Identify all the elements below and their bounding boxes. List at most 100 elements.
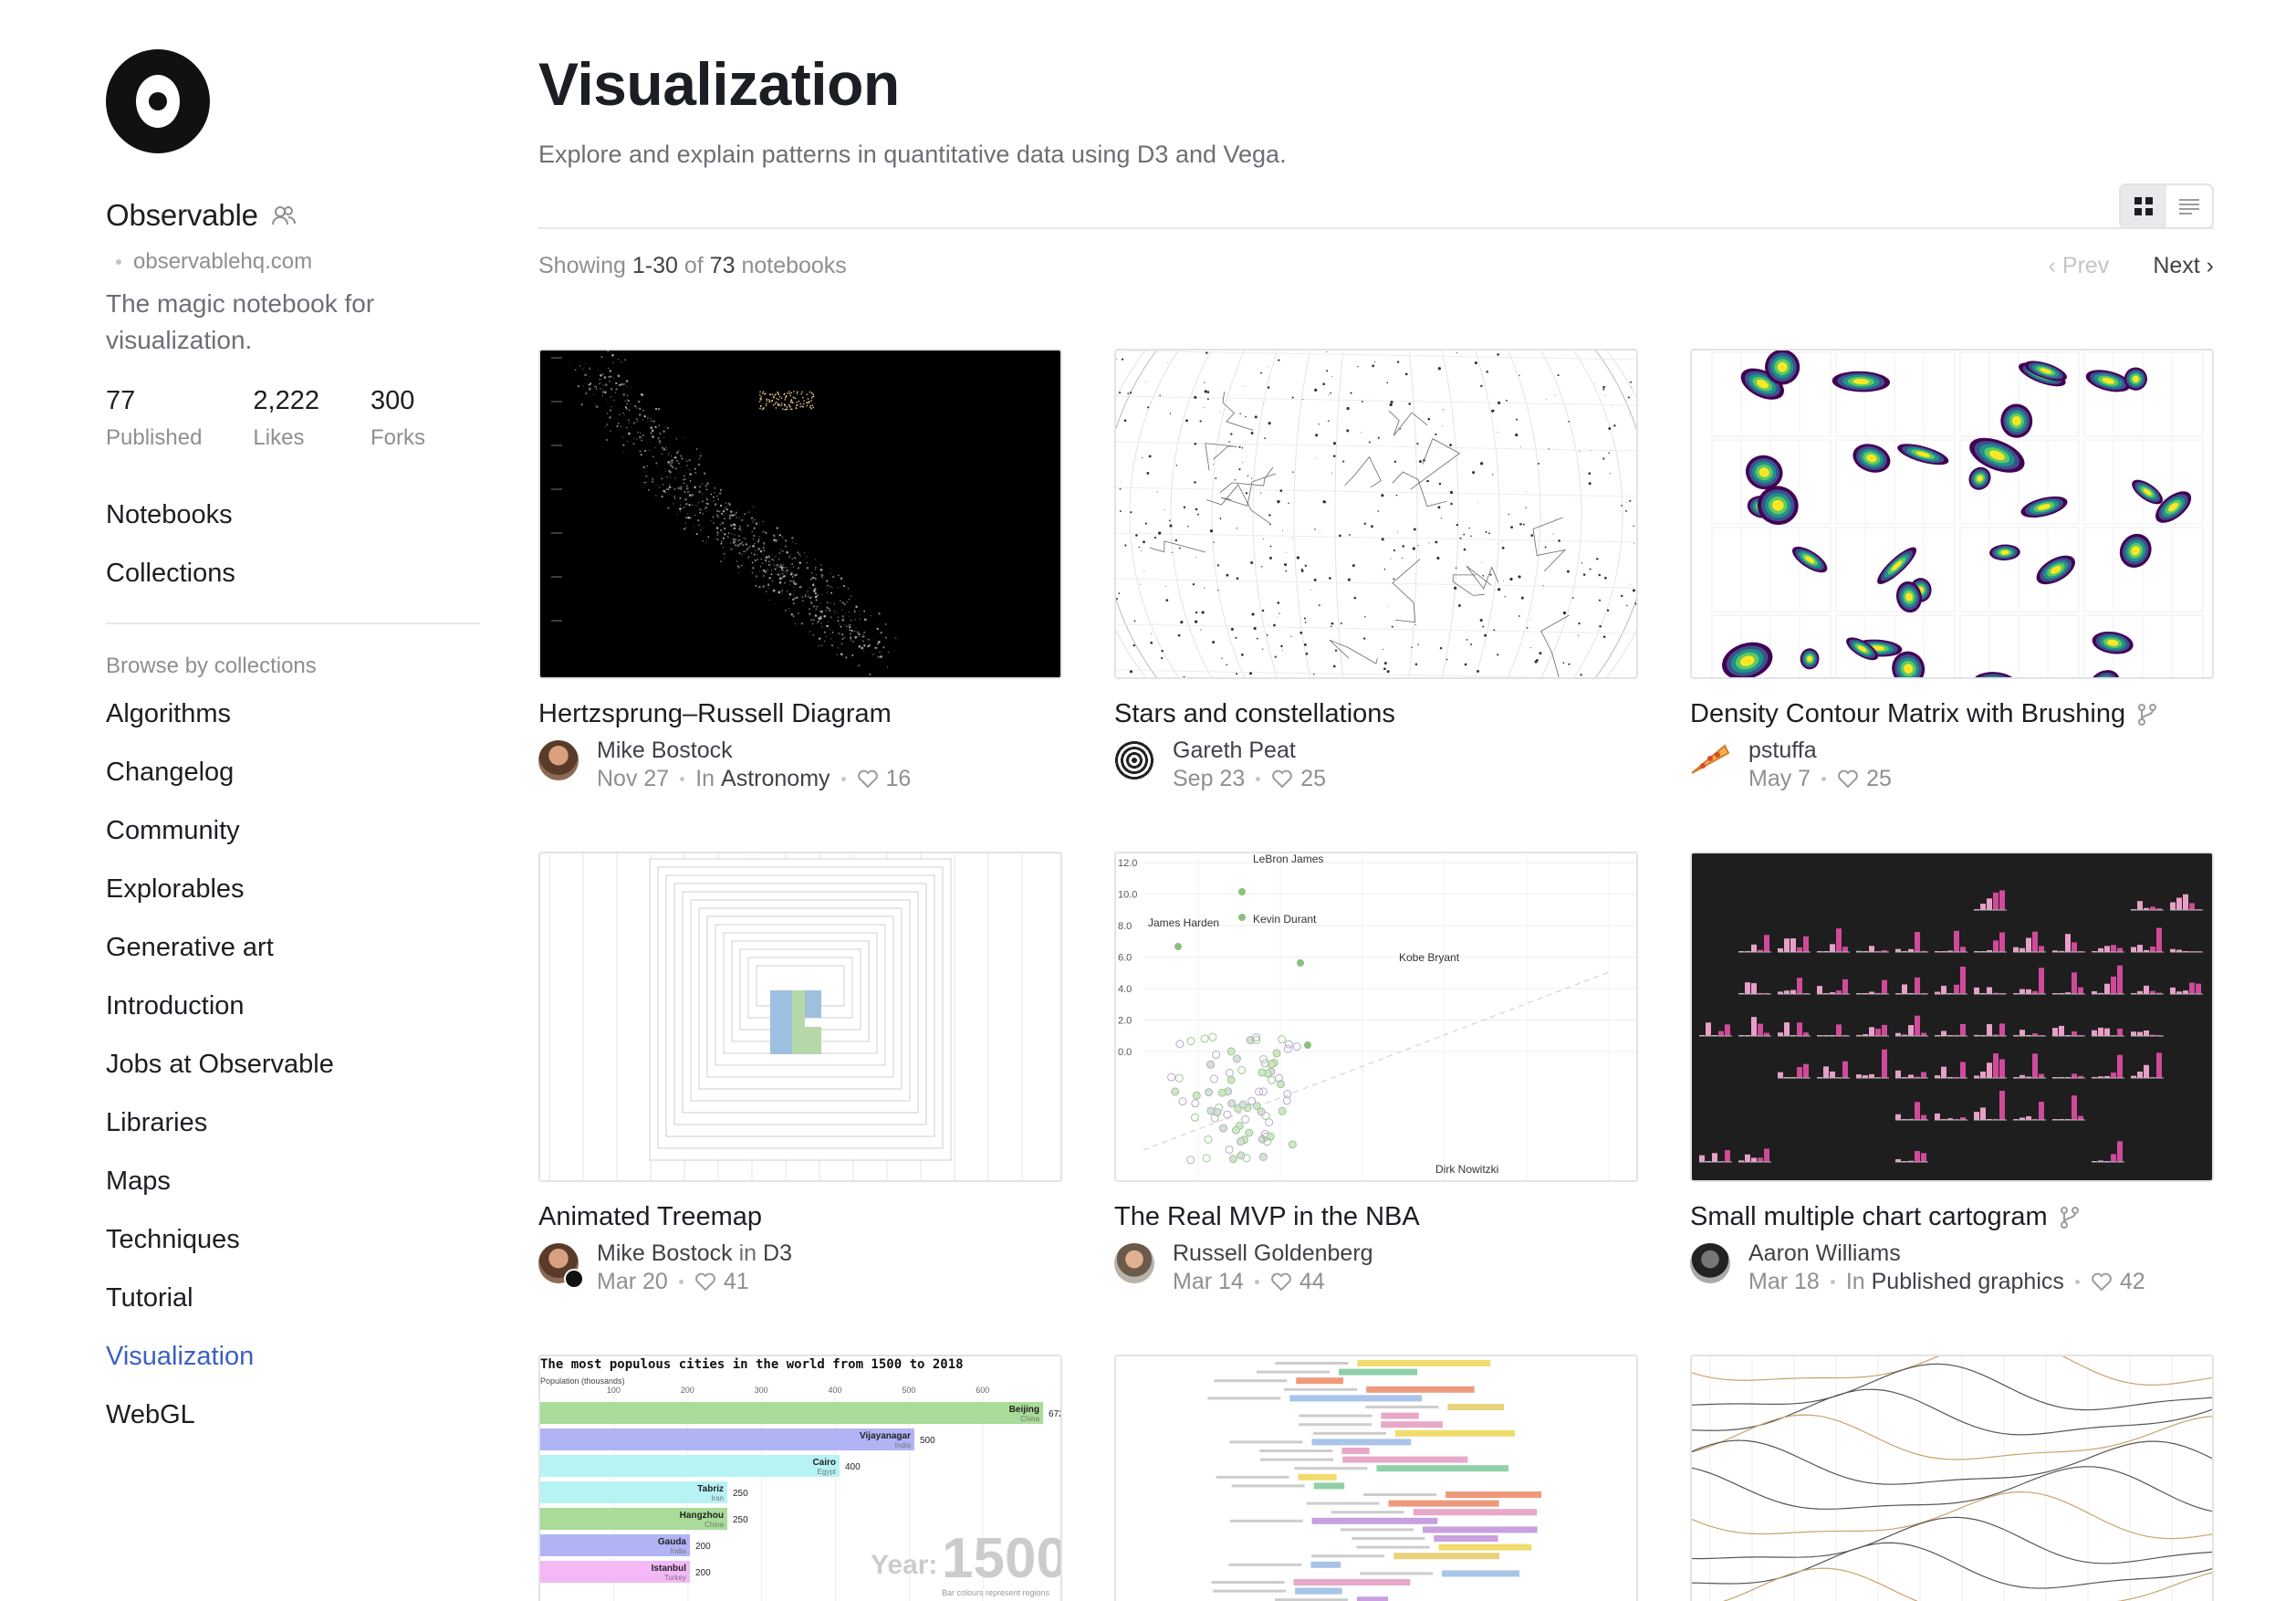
collection-item[interactable]: Tutorial bbox=[106, 1278, 480, 1336]
notebook-card[interactable]: Density Contour Matrix with Brushing pst… bbox=[1690, 349, 2214, 793]
nav-notebooks[interactable]: Notebooks bbox=[106, 497, 480, 555]
grid-view-button[interactable] bbox=[2121, 185, 2166, 227]
notebook-title[interactable]: Animated Treemap bbox=[538, 1202, 1062, 1232]
author-name[interactable]: pstuffa bbox=[1748, 737, 1892, 764]
notebook-title[interactable]: Small multiple chart cartogram bbox=[1690, 1202, 2214, 1232]
members-icon[interactable] bbox=[271, 203, 297, 228]
heart-icon[interactable] bbox=[1271, 769, 1293, 789]
heart-icon[interactable] bbox=[1270, 1271, 1292, 1292]
bar bbox=[1895, 948, 1901, 952]
notebook-card[interactable]: Stars and constellations Gareth Peat Sep… bbox=[1114, 349, 1638, 793]
star-dot bbox=[1204, 390, 1207, 393]
notebook-thumbnail[interactable] bbox=[538, 349, 1062, 679]
notebook-card[interactable]: Small multiple chart cartogram Aaron Wil… bbox=[1690, 852, 2214, 1296]
notebook-thumbnail[interactable] bbox=[538, 852, 1062, 1182]
star-dot bbox=[1277, 602, 1280, 604]
notebook-title[interactable]: The Real MVP in the NBA bbox=[1114, 1202, 1638, 1232]
org-site-link[interactable]: observablehq.com bbox=[133, 249, 312, 275]
author-org[interactable]: D3 bbox=[763, 1240, 792, 1266]
notebook-card[interactable]: 12.0 10.0 8.0 6.0 4.0 2.0 0.0 LeBron James James… bbox=[1114, 852, 1638, 1296]
observable-logo[interactable] bbox=[106, 49, 210, 153]
star-dot bbox=[697, 519, 700, 521]
star-dot bbox=[617, 422, 620, 424]
list-view-button[interactable] bbox=[2166, 185, 2212, 227]
star-dot bbox=[1158, 531, 1162, 535]
collection-item[interactable]: Algorithms bbox=[106, 694, 480, 752]
avatar[interactable] bbox=[538, 1243, 584, 1289]
collection-item[interactable]: Libraries bbox=[106, 1103, 480, 1161]
star-dot bbox=[796, 392, 798, 394]
notebook-thumbnail[interactable] bbox=[1690, 852, 2214, 1182]
author-name[interactable]: Aaron Williams bbox=[1748, 1240, 2145, 1267]
notebook-thumbnail[interactable] bbox=[1690, 349, 2214, 679]
star-dot bbox=[732, 541, 736, 544]
collection-link[interactable]: Published graphics bbox=[1872, 1267, 2064, 1296]
notebook-card[interactable]: Animated Treemap Mike Bostock in D3 Mar … bbox=[538, 852, 1062, 1296]
collection-item[interactable]: WebGL bbox=[106, 1395, 480, 1453]
collection-item[interactable]: Introduction bbox=[106, 986, 480, 1044]
collection-item[interactable]: Visualization bbox=[106, 1336, 480, 1395]
star-dot bbox=[1331, 472, 1333, 474]
notebook-thumbnail[interactable]: 12.0 10.0 8.0 6.0 4.0 2.0 0.0 LeBron James James… bbox=[1114, 852, 1638, 1182]
star-dot bbox=[713, 522, 715, 524]
collection-item[interactable]: Changelog bbox=[106, 752, 480, 811]
notebook-card[interactable] bbox=[1690, 1355, 2214, 1601]
bar bbox=[2078, 987, 2083, 994]
stat-likes[interactable]: 2,222 Likes bbox=[253, 386, 319, 451]
star-dot bbox=[806, 591, 809, 593]
star-dot bbox=[699, 528, 701, 530]
author-name[interactable]: Gareth Peat bbox=[1173, 737, 1326, 764]
notebook-title[interactable]: Stars and constellations bbox=[1114, 699, 1638, 729]
star-dot bbox=[685, 485, 688, 487]
next-button[interactable]: Next › bbox=[2153, 253, 2214, 279]
notebook-thumbnail[interactable]: The most populous cities in the world fr… bbox=[538, 1355, 1062, 1601]
heart-icon[interactable] bbox=[1837, 769, 1859, 789]
prev-button[interactable]: ‹ Prev bbox=[2049, 253, 2110, 279]
notebook-thumbnail[interactable] bbox=[1114, 349, 1638, 679]
bar bbox=[1908, 1074, 1914, 1078]
author-name[interactable]: Mike Bostock bbox=[597, 1240, 733, 1266]
notebook-thumbnail[interactable] bbox=[1690, 1355, 2214, 1601]
collection-item[interactable]: Jobs at Observable bbox=[106, 1044, 480, 1103]
player-dot bbox=[1219, 1124, 1228, 1133]
bar bbox=[2072, 972, 2077, 994]
heart-icon[interactable] bbox=[857, 769, 879, 789]
bar bbox=[1954, 930, 1959, 952]
avatar[interactable] bbox=[1690, 740, 1730, 780]
bar bbox=[2170, 987, 2176, 994]
nav-collections[interactable]: Collections bbox=[106, 555, 480, 613]
collection-item[interactable]: Techniques bbox=[106, 1219, 480, 1278]
notebook-title[interactable]: Hertzsprung–Russell Diagram bbox=[538, 699, 1062, 729]
stat-published[interactable]: 77 Published bbox=[106, 386, 202, 451]
collection-link[interactable]: Astronomy bbox=[721, 764, 830, 793]
avatar[interactable] bbox=[1690, 1243, 1730, 1283]
heart-icon[interactable] bbox=[2091, 1271, 2113, 1292]
star-dot bbox=[770, 573, 773, 576]
collection-item[interactable]: Explorables bbox=[106, 869, 480, 927]
org-name[interactable]: Observable bbox=[106, 198, 258, 233]
bar bbox=[1784, 1022, 1790, 1036]
star-dot bbox=[1413, 528, 1416, 531]
star-dot bbox=[837, 616, 839, 619]
author-name[interactable]: Mike Bostock bbox=[597, 737, 911, 764]
notebook-card[interactable] bbox=[1114, 1355, 1638, 1601]
star-dot bbox=[846, 625, 848, 628]
notebook-card[interactable]: Hertzsprung–Russell Diagram Mike Bostock… bbox=[538, 349, 1062, 793]
stat-forks[interactable]: 300 Forks bbox=[370, 386, 425, 451]
avatar[interactable] bbox=[1114, 740, 1154, 780]
notebook-card[interactable]: The most populous cities in the world fr… bbox=[538, 1355, 1062, 1601]
bar bbox=[2176, 897, 2182, 910]
star-dot bbox=[739, 528, 742, 530]
notebook-title[interactable]: Density Contour Matrix with Brushing bbox=[1690, 699, 2214, 729]
avatar[interactable] bbox=[538, 740, 579, 780]
collection-item[interactable]: Maps bbox=[106, 1161, 480, 1219]
star-dot bbox=[1372, 364, 1375, 368]
star-dot bbox=[639, 432, 642, 434]
heart-icon[interactable] bbox=[694, 1271, 716, 1292]
author-name[interactable]: Russell Goldenberg bbox=[1173, 1240, 1373, 1267]
collection-item[interactable]: Community bbox=[106, 811, 480, 869]
notebook-thumbnail[interactable] bbox=[1114, 1355, 1638, 1601]
collection-item[interactable]: Generative art bbox=[106, 927, 480, 986]
org-website[interactable]: observablehq.com bbox=[106, 249, 480, 275]
avatar[interactable] bbox=[1114, 1243, 1154, 1283]
